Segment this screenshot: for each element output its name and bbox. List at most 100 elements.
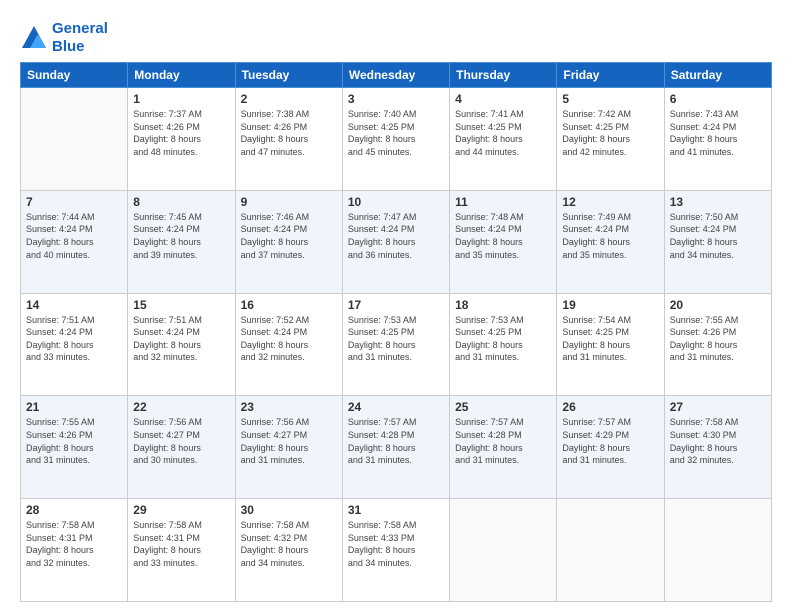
day-number: 13 (670, 195, 766, 209)
day-number: 10 (348, 195, 444, 209)
calendar-cell: 31 Sunrise: 7:58 AM Sunset: 4:33 PM Dayli… (342, 499, 449, 602)
calendar-cell: 8 Sunrise: 7:45 AM Sunset: 4:24 PM Daylig… (128, 190, 235, 293)
calendar-cell: 12 Sunrise: 7:49 AM Sunset: 4:24 PM Dayli… (557, 190, 664, 293)
calendar-week-row: 21Sunrise: 7:55 AM Sunset: 4:26 PM Dayli… (21, 396, 772, 499)
day-number: 16 (241, 298, 337, 312)
day-number: 24 (348, 400, 444, 414)
day-info: Sunrise: 7:54 AM Sunset: 4:25 PM Dayligh… (562, 314, 658, 364)
calendar-week-row: 1 Sunrise: 7:37 AM Sunset: 4:26 PM Daylig… (21, 88, 772, 191)
calendar-cell: 6Sunrise: 7:43 AM Sunset: 4:24 PM Daylig… (664, 88, 771, 191)
day-number: 8 (133, 195, 229, 209)
day-number: 19 (562, 298, 658, 312)
calendar-cell (664, 499, 771, 602)
calendar-cell: 9 Sunrise: 7:46 AM Sunset: 4:24 PM Daylig… (235, 190, 342, 293)
calendar-cell (21, 88, 128, 191)
day-info: Sunrise: 7:58 AM Sunset: 4:33 PM Dayligh… (348, 519, 444, 569)
calendar-cell: 13Sunrise: 7:50 AM Sunset: 4:24 PM Dayli… (664, 190, 771, 293)
calendar-cell: 4Sunrise: 7:41 AM Sunset: 4:25 PM Daylig… (450, 88, 557, 191)
calendar-cell: 17 Sunrise: 7:53 AM Sunset: 4:25 PM Dayli… (342, 293, 449, 396)
logo-text: General Blue (52, 20, 108, 56)
day-info: Sunrise: 7:47 AM Sunset: 4:24 PM Dayligh… (348, 211, 444, 261)
day-info: Sunrise: 7:44 AM Sunset: 4:24 PM Dayligh… (26, 211, 122, 261)
calendar-cell: 27 Sunrise: 7:58 AM Sunset: 4:30 PM Dayli… (664, 396, 771, 499)
day-number: 12 (562, 195, 658, 209)
day-number: 25 (455, 400, 551, 414)
day-number: 9 (241, 195, 337, 209)
day-info: Sunrise: 7:38 AM Sunset: 4:26 PM Dayligh… (241, 108, 337, 158)
day-info: Sunrise: 7:48 AM Sunset: 4:24 PM Dayligh… (455, 211, 551, 261)
weekday-header-wednesday: Wednesday (342, 63, 449, 88)
day-number: 30 (241, 503, 337, 517)
header: General Blue (20, 18, 772, 56)
calendar-cell: 18 Sunrise: 7:53 AM Sunset: 4:25 PM Dayli… (450, 293, 557, 396)
calendar-cell: 22 Sunrise: 7:56 AM Sunset: 4:27 PM Dayli… (128, 396, 235, 499)
day-number: 2 (241, 92, 337, 106)
day-info: Sunrise: 7:58 AM Sunset: 4:31 PM Dayligh… (133, 519, 229, 569)
day-number: 1 (133, 92, 229, 106)
day-info: Sunrise: 7:51 AM Sunset: 4:24 PM Dayligh… (133, 314, 229, 364)
calendar-cell: 23 Sunrise: 7:56 AM Sunset: 4:27 PM Dayli… (235, 396, 342, 499)
day-number: 4 (455, 92, 551, 106)
calendar-table: SundayMondayTuesdayWednesdayThursdayFrid… (20, 62, 772, 602)
day-info: Sunrise: 7:56 AM Sunset: 4:27 PM Dayligh… (133, 416, 229, 466)
calendar-week-row: 28 Sunrise: 7:58 AM Sunset: 4:31 PM Dayli… (21, 499, 772, 602)
day-number: 17 (348, 298, 444, 312)
day-number: 18 (455, 298, 551, 312)
day-info: Sunrise: 7:43 AM Sunset: 4:24 PM Dayligh… (670, 108, 766, 158)
calendar-cell: 19 Sunrise: 7:54 AM Sunset: 4:25 PM Dayli… (557, 293, 664, 396)
day-number: 28 (26, 503, 122, 517)
day-info: Sunrise: 7:56 AM Sunset: 4:27 PM Dayligh… (241, 416, 337, 466)
page: General Blue SundayMondayTuesdayWednesda… (0, 0, 792, 612)
calendar-week-row: 7 Sunrise: 7:44 AM Sunset: 4:24 PM Daylig… (21, 190, 772, 293)
calendar-cell: 26Sunrise: 7:57 AM Sunset: 4:29 PM Dayli… (557, 396, 664, 499)
day-info: Sunrise: 7:45 AM Sunset: 4:24 PM Dayligh… (133, 211, 229, 261)
calendar-cell (450, 499, 557, 602)
calendar-cell: 1 Sunrise: 7:37 AM Sunset: 4:26 PM Daylig… (128, 88, 235, 191)
calendar-week-row: 14 Sunrise: 7:51 AM Sunset: 4:24 PM Dayli… (21, 293, 772, 396)
day-number: 14 (26, 298, 122, 312)
weekday-header-saturday: Saturday (664, 63, 771, 88)
calendar-cell: 16Sunrise: 7:52 AM Sunset: 4:24 PM Dayli… (235, 293, 342, 396)
calendar-cell: 30 Sunrise: 7:58 AM Sunset: 4:32 PM Dayli… (235, 499, 342, 602)
calendar-cell: 20Sunrise: 7:55 AM Sunset: 4:26 PM Dayli… (664, 293, 771, 396)
day-number: 31 (348, 503, 444, 517)
day-info: Sunrise: 7:53 AM Sunset: 4:25 PM Dayligh… (348, 314, 444, 364)
calendar-cell: 15 Sunrise: 7:51 AM Sunset: 4:24 PM Dayli… (128, 293, 235, 396)
day-number: 26 (562, 400, 658, 414)
calendar-cell: 28 Sunrise: 7:58 AM Sunset: 4:31 PM Dayli… (21, 499, 128, 602)
day-info: Sunrise: 7:58 AM Sunset: 4:32 PM Dayligh… (241, 519, 337, 569)
day-info: Sunrise: 7:53 AM Sunset: 4:25 PM Dayligh… (455, 314, 551, 364)
calendar-cell: 10 Sunrise: 7:47 AM Sunset: 4:24 PM Dayli… (342, 190, 449, 293)
day-number: 3 (348, 92, 444, 106)
day-number: 5 (562, 92, 658, 106)
day-number: 27 (670, 400, 766, 414)
day-info: Sunrise: 7:37 AM Sunset: 4:26 PM Dayligh… (133, 108, 229, 158)
day-info: Sunrise: 7:57 AM Sunset: 4:28 PM Dayligh… (455, 416, 551, 466)
calendar-cell: 21Sunrise: 7:55 AM Sunset: 4:26 PM Dayli… (21, 396, 128, 499)
day-number: 20 (670, 298, 766, 312)
weekday-header-friday: Friday (557, 63, 664, 88)
day-number: 22 (133, 400, 229, 414)
weekday-header-thursday: Thursday (450, 63, 557, 88)
calendar-cell: 24 Sunrise: 7:57 AM Sunset: 4:28 PM Dayli… (342, 396, 449, 499)
day-info: Sunrise: 7:49 AM Sunset: 4:24 PM Dayligh… (562, 211, 658, 261)
calendar-cell: 5Sunrise: 7:42 AM Sunset: 4:25 PM Daylig… (557, 88, 664, 191)
logo: General Blue (20, 20, 108, 56)
calendar-cell: 29 Sunrise: 7:58 AM Sunset: 4:31 PM Dayli… (128, 499, 235, 602)
day-number: 21 (26, 400, 122, 414)
calendar-cell: 11Sunrise: 7:48 AM Sunset: 4:24 PM Dayli… (450, 190, 557, 293)
day-number: 7 (26, 195, 122, 209)
day-info: Sunrise: 7:46 AM Sunset: 4:24 PM Dayligh… (241, 211, 337, 261)
calendar-cell (557, 499, 664, 602)
day-info: Sunrise: 7:58 AM Sunset: 4:30 PM Dayligh… (670, 416, 766, 466)
day-info: Sunrise: 7:40 AM Sunset: 4:25 PM Dayligh… (348, 108, 444, 158)
day-info: Sunrise: 7:58 AM Sunset: 4:31 PM Dayligh… (26, 519, 122, 569)
day-number: 29 (133, 503, 229, 517)
day-number: 15 (133, 298, 229, 312)
weekday-header-sunday: Sunday (21, 63, 128, 88)
logo-icon (20, 24, 48, 52)
weekday-header-tuesday: Tuesday (235, 63, 342, 88)
day-info: Sunrise: 7:57 AM Sunset: 4:28 PM Dayligh… (348, 416, 444, 466)
weekday-header-monday: Monday (128, 63, 235, 88)
day-number: 23 (241, 400, 337, 414)
